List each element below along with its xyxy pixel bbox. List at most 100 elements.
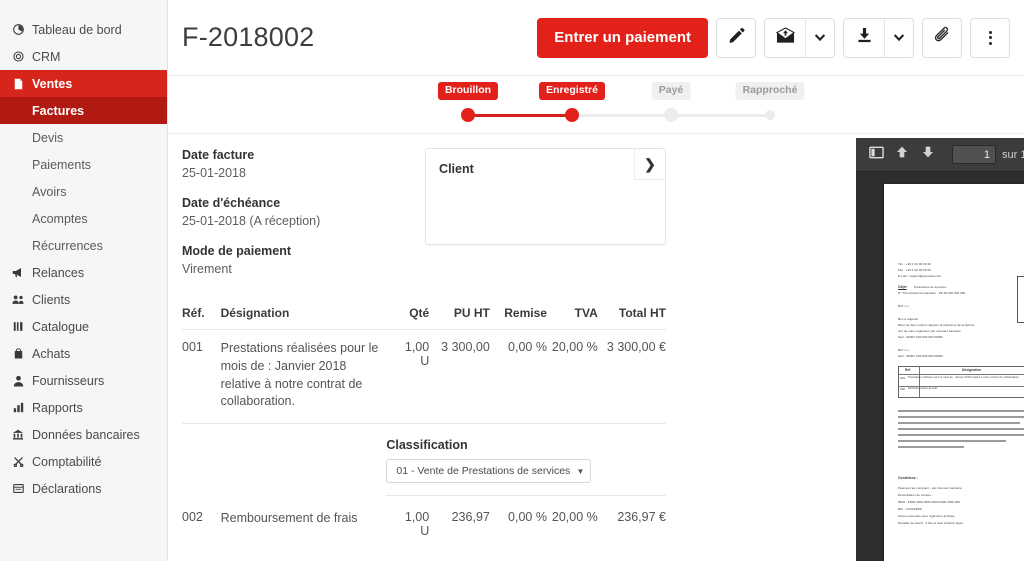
crm-icon <box>10 50 26 64</box>
sidebar-item-label: Relances <box>32 266 84 280</box>
sidebar-item-avoirs[interactable]: Avoirs <box>0 178 167 205</box>
users-icon <box>10 293 26 307</box>
stepper-rail <box>468 114 770 117</box>
sidebar-item-acomptes[interactable]: Acomptes <box>0 205 167 232</box>
pdf-td-ref-0: 001 <box>900 376 905 380</box>
enter-payment-button[interactable]: Entrer un paiement <box>537 18 708 58</box>
download-group <box>843 18 914 58</box>
invoice-date-label: Date facture <box>182 148 417 162</box>
sidebar-item-catalogue[interactable]: Catalogue <box>0 313 167 340</box>
row-ref: 001 <box>182 330 221 424</box>
sidebar-item-label: Déclarations <box>32 482 101 496</box>
sidebar-item-clients[interactable]: Clients <box>0 286 167 313</box>
sidebar-item-label: Comptabilité <box>32 455 101 469</box>
client-card-expand-button[interactable]: ❯ <box>634 149 665 180</box>
row-qty-unit: U <box>386 524 429 538</box>
table-row-classification: Classification 01 - Vente de Prestations… <box>182 424 666 496</box>
pdf-viewer: 1 sur 1 − + » F <box>856 138 1024 561</box>
payment-mode-label: Mode de paiement <box>182 244 417 258</box>
col-designation: Désignation <box>221 306 387 330</box>
table-row[interactable]: 002 Remboursement de frais 1,00 U 236,97… <box>182 496 666 551</box>
sidebar-item-crm[interactable]: CRM <box>0 43 167 70</box>
invoice-meta-block: Date facture 25-01-2018 Date d'échéance … <box>182 148 417 292</box>
sidebar-item-recurrences[interactable]: Récurrences <box>0 232 167 259</box>
pdf-page-number-value: 1 <box>984 149 990 161</box>
pdf-conditions-line-5: Pénalité de retard : 3 fois le taux d'in… <box>898 521 963 525</box>
dashboard-icon <box>10 23 26 37</box>
sidebar-item-label: Clients <box>32 293 70 307</box>
invoice-meta-row: Date facture 25-01-2018 Date d'échéance … <box>182 148 666 292</box>
pdf-object-title: Objet <box>898 285 907 289</box>
sidebar-item-tableau-de-bord[interactable]: Tableau de bord <box>0 16 167 43</box>
download-button[interactable] <box>844 19 884 57</box>
status-badge: Payé <box>652 82 691 100</box>
row-vat: 20,00 % <box>547 496 598 551</box>
declarations-icon <box>10 482 26 496</box>
row-qty-value: 1,00 <box>405 510 429 524</box>
sidebar-item-ventes[interactable]: Ventes <box>0 70 167 97</box>
sidebar-item-label: Factures <box>32 104 84 118</box>
sidebar-item-comptabilite[interactable]: Comptabilité <box>0 448 167 475</box>
more-options-button[interactable] <box>970 18 1010 58</box>
pdf-page-count-label: sur 1 <box>1002 149 1024 161</box>
payment-mode-value: Virement <box>182 262 417 276</box>
status-node-brouillon <box>461 108 475 122</box>
sidebar-item-devis[interactable]: Devis <box>0 124 167 151</box>
pdf-note-line-1: lors de votre règlement par virement ban… <box>898 329 962 333</box>
due-date-label: Date d'échéance <box>182 196 417 210</box>
pdf-td-desig-1: Remboursement de frais <box>908 387 938 390</box>
sidebar-item-label: Données bancaires <box>32 428 140 442</box>
pdf-invoice-miniature: Facture n° F-2018002 Date : 25/01/2018 T… <box>884 184 1024 561</box>
invoice-date-value: 25-01-2018 <box>182 166 417 180</box>
classification-value: 01 - Vente de Prestations de services (7… <box>396 465 572 477</box>
row-qty-value: 1,00 <box>405 340 429 354</box>
row-designation: Remboursement de frais <box>221 496 387 551</box>
pdf-conditions-line-4: Aucun escompte pour règlement anticipé. <box>898 514 955 518</box>
pdf-previous-page-button[interactable] <box>890 144 914 166</box>
pdf-page-number-input[interactable]: 1 <box>952 145 996 164</box>
main-area: F-2018002 Entrer un paiement <box>168 0 1024 561</box>
sidebar-item-label: Récurrences <box>32 239 103 253</box>
sidebar-item-label: Fournisseurs <box>32 374 104 388</box>
pdf-footer-note-a: Réf. n.c. <box>898 348 910 352</box>
pdf-sidebar-toggle-button[interactable] <box>864 144 888 166</box>
row-discount: 0,00 % <box>490 330 547 424</box>
sidebar-item-label: Catalogue <box>32 320 89 334</box>
attachment-button[interactable] <box>922 18 962 58</box>
send-email-button[interactable] <box>765 19 805 57</box>
col-ref: Réf. <box>182 306 221 330</box>
bank-icon <box>10 428 26 442</box>
sidebar-item-fournisseurs[interactable]: Fournisseurs <box>0 367 167 394</box>
row-qty: 1,00 U <box>386 496 429 551</box>
pencil-icon <box>728 27 745 49</box>
sidebar-item-label: Achats <box>32 347 70 361</box>
client-card[interactable]: Client ❯ <box>425 148 666 245</box>
row-vat: 20,00 % <box>547 330 598 424</box>
status-stepper: Brouillon Enregistré Payé Rapproché <box>424 82 814 130</box>
pdf-td-desig-0: Prestations réalisées pour le mois de : … <box>908 376 1020 379</box>
invoice-lines-table: Réf. Désignation Qté PU HT Remise TVA To… <box>182 306 666 561</box>
sidebar-item-factures[interactable]: Factures <box>0 97 167 124</box>
sidebar-item-paiements[interactable]: Paiements <box>0 151 167 178</box>
status-step-rapproche[interactable]: Rapproché <box>736 82 805 100</box>
sidebar-item-achats[interactable]: Achats <box>0 340 167 367</box>
classification-select-0[interactable]: 01 - Vente de Prestations de services (7… <box>386 459 591 483</box>
send-email-caret[interactable] <box>805 19 834 57</box>
sidebar-item-declarations[interactable]: Déclarations <box>0 475 167 502</box>
pdf-next-page-button[interactable] <box>916 144 940 166</box>
sidebar-item-rapports[interactable]: Rapports <box>0 394 167 421</box>
table-row[interactable]: 001 Prestations réalisées pour le mois d… <box>182 330 666 424</box>
sidebar-item-relances[interactable]: Relances <box>0 259 167 286</box>
pdf-note-line-0: Merci de bien vouloir rappeler la référe… <box>898 323 975 327</box>
status-step-enregistre[interactable]: Enregistré <box>539 82 605 100</box>
client-card-label: Client <box>439 162 474 176</box>
status-node-rapproche <box>765 110 775 120</box>
reports-icon <box>10 401 26 415</box>
status-step-paye[interactable]: Payé <box>652 82 691 100</box>
edit-button[interactable] <box>716 18 756 58</box>
download-caret[interactable] <box>884 19 913 57</box>
sidebar-item-donnees-bancaires[interactable]: Données bancaires <box>0 421 167 448</box>
status-step-brouillon[interactable]: Brouillon <box>438 82 498 100</box>
pdf-toolbar: 1 sur 1 − + » <box>856 138 1024 172</box>
status-badge: Enregistré <box>539 82 605 100</box>
